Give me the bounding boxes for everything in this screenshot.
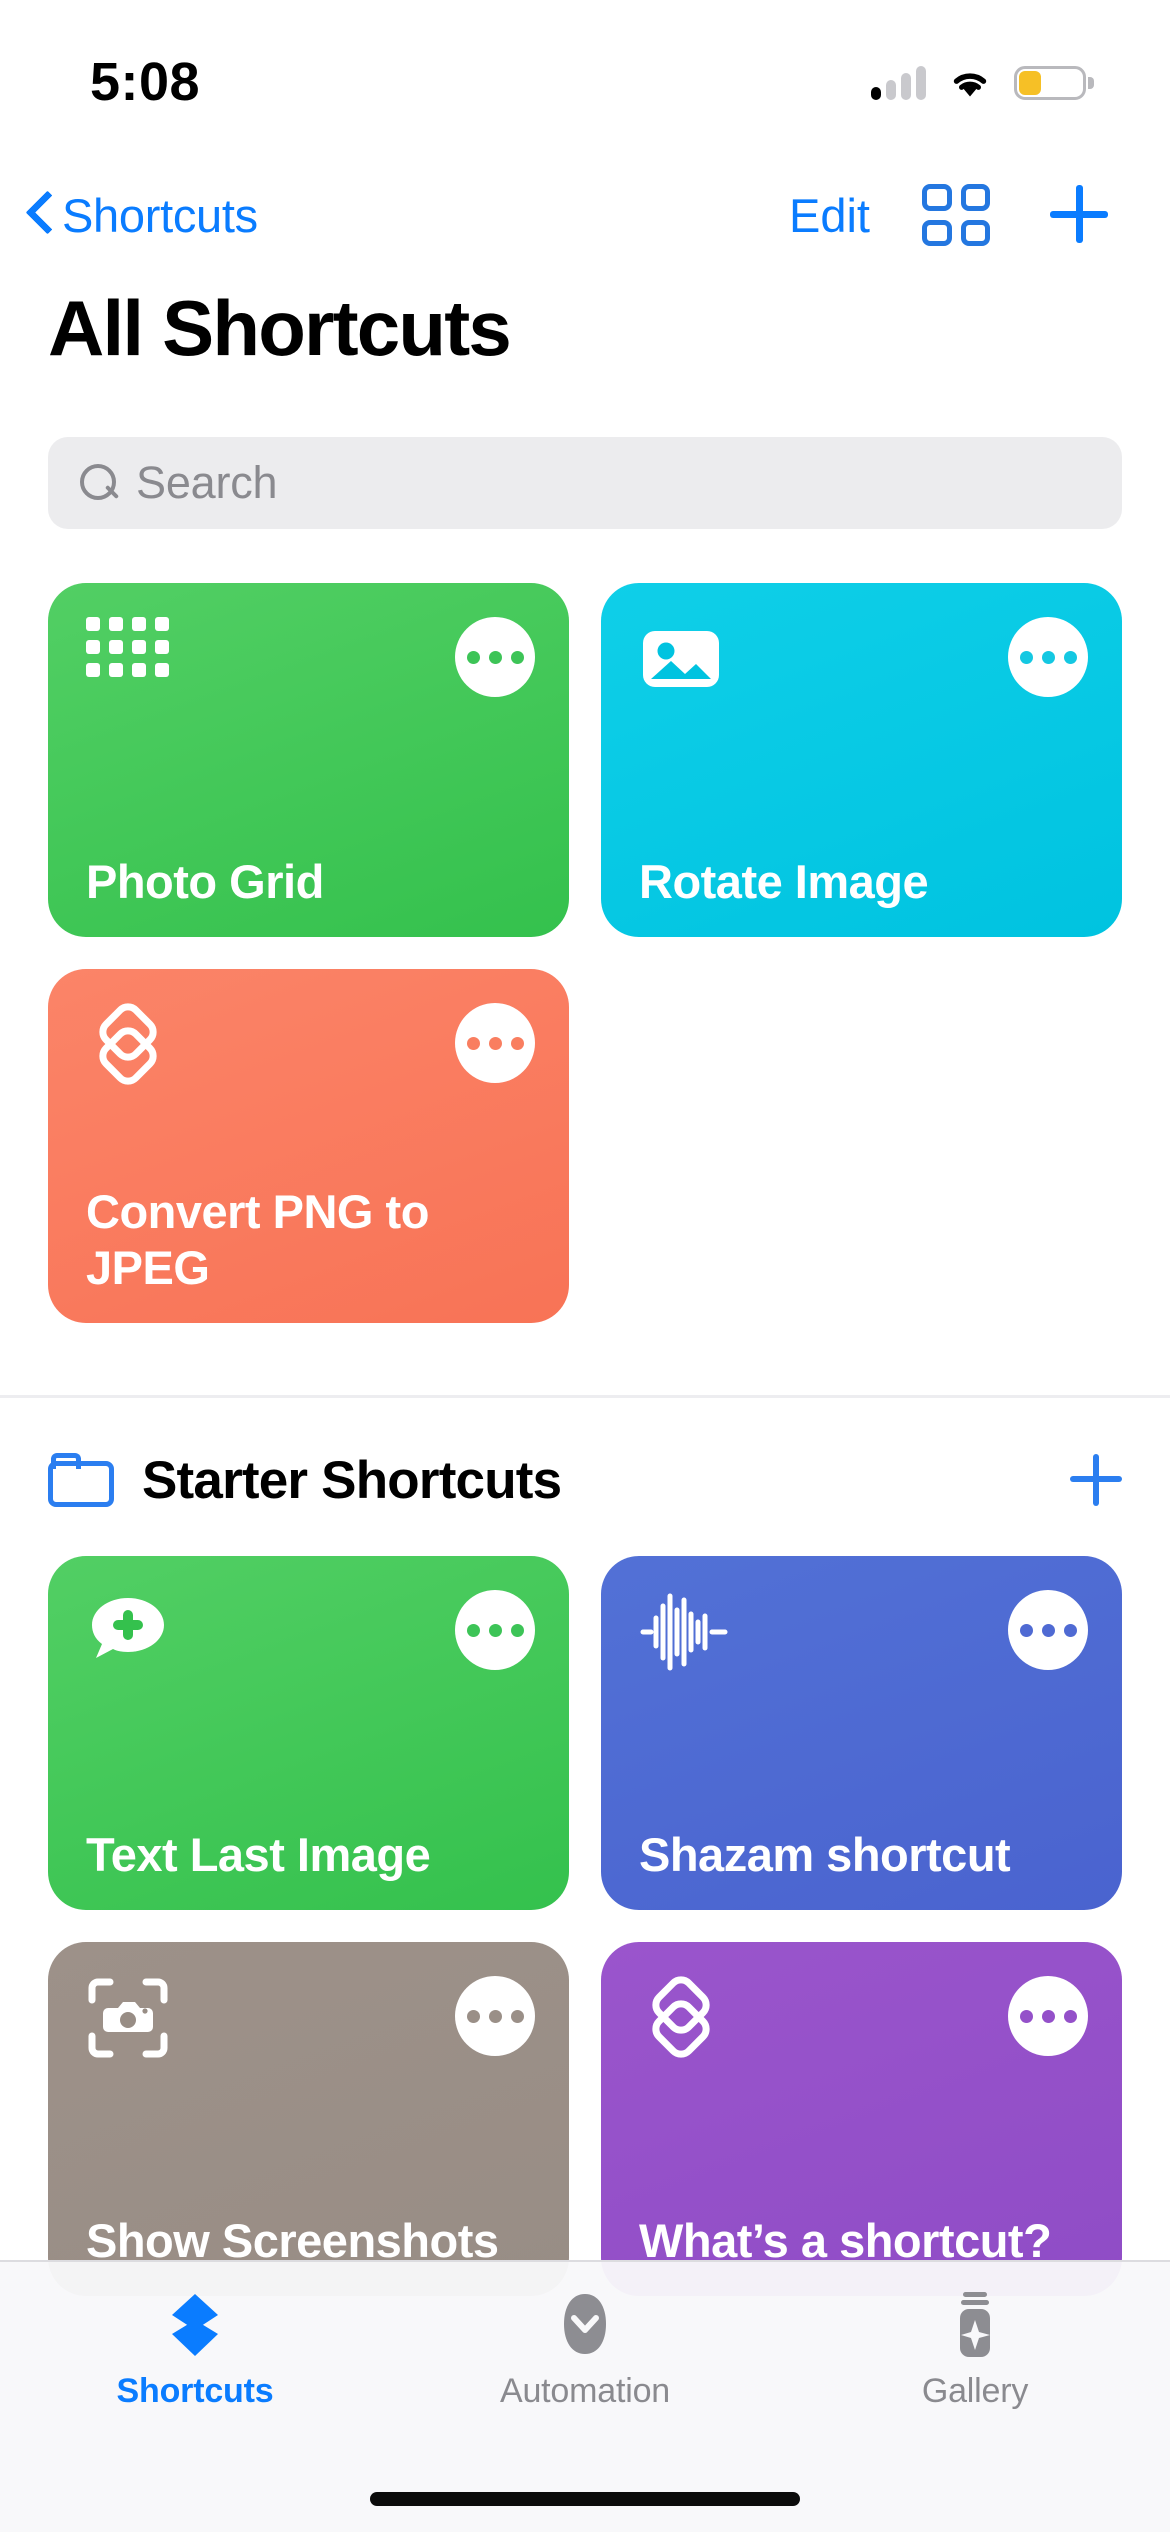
shortcut-card-title: Text Last Image [86, 1827, 431, 1881]
tab-shortcuts-label: Shortcuts [116, 2372, 274, 2410]
shortcuts-layers-icon [639, 1976, 723, 2060]
section-title: Starter Shortcuts [142, 1450, 562, 1510]
search-icon [80, 464, 118, 502]
tab-shortcuts[interactable]: Shortcuts [0, 2290, 390, 2411]
status-bar-time: 5:08 [90, 51, 201, 112]
more-ellipsis-icon[interactable] [1008, 1976, 1088, 2056]
more-ellipsis-icon[interactable] [455, 617, 535, 697]
message-plus-icon [86, 1590, 170, 1674]
battery-icon [1014, 65, 1094, 100]
shortcuts-layers-icon [156, 2290, 234, 2362]
tab-gallery[interactable]: Gallery [780, 2290, 1170, 2411]
navigation-bar: Shortcuts Edit [0, 160, 1170, 270]
search-placeholder: Search [136, 457, 278, 508]
tab-automation-label: Automation [500, 2372, 670, 2410]
back-button-label: Shortcuts [62, 188, 258, 242]
shortcut-card[interactable]: Rotate Image [601, 583, 1122, 937]
add-shortcut-button[interactable] [1050, 185, 1110, 245]
cellular-signal-icon [871, 65, 926, 100]
more-ellipsis-icon[interactable] [455, 1003, 535, 1083]
chevron-left-icon [26, 193, 52, 237]
starter-shortcuts-grid: Text Last Image Shazam shortcut Show Scr… [48, 1556, 1122, 2296]
add-starter-shortcut-button[interactable] [1070, 1454, 1122, 1506]
status-bar-indicators [871, 65, 1094, 100]
search-field[interactable]: Search [48, 437, 1122, 529]
waveform-icon [639, 1590, 728, 1674]
shortcut-card[interactable]: Shazam shortcut [601, 1556, 1122, 1910]
back-button[interactable]: Shortcuts [26, 188, 258, 243]
shortcut-card[interactable]: Convert PNG to JPEG [48, 969, 569, 1323]
more-ellipsis-icon[interactable] [455, 1590, 535, 1670]
shortcut-card[interactable]: Show Screenshots [48, 1942, 569, 2296]
tab-gallery-label: Gallery [921, 2372, 1029, 2410]
automation-check-icon [546, 2290, 624, 2362]
home-indicator [370, 2492, 800, 2506]
shortcut-card-title: Shazam shortcut [639, 1827, 1011, 1881]
shortcut-card[interactable]: What’s a shortcut? [601, 1942, 1122, 2296]
starter-shortcuts-header: Starter Shortcuts [48, 1435, 1122, 1525]
camera-viewfinder-icon [86, 1976, 170, 2060]
shortcut-card[interactable]: Text Last Image [48, 1556, 569, 1910]
dot-grid-icon [86, 617, 170, 701]
shortcuts-layers-icon [86, 1003, 170, 1087]
folder-icon [48, 1453, 114, 1507]
shortcut-card-title: Convert PNG to JPEG [86, 1185, 429, 1294]
edit-button[interactable]: Edit [789, 188, 870, 243]
status-bar: 5:08 [0, 0, 1170, 145]
photo-icon [639, 617, 723, 701]
shortcut-card-title: Rotate Image [639, 854, 929, 908]
page-title: All Shortcuts [48, 284, 512, 372]
wifi-icon [948, 66, 992, 100]
gallery-jar-icon [936, 2290, 1014, 2362]
more-ellipsis-icon[interactable] [455, 1976, 535, 2056]
grid-layout-icon[interactable] [922, 184, 990, 246]
more-ellipsis-icon[interactable] [1008, 1590, 1088, 1670]
tab-automation[interactable]: Automation [390, 2290, 780, 2411]
more-ellipsis-icon[interactable] [1008, 617, 1088, 697]
shortcut-card[interactable]: Photo Grid [48, 583, 569, 937]
all-shortcuts-grid: Photo Grid Rotate Image Convert PNG to J… [48, 583, 1122, 1323]
shortcut-card-title: Photo Grid [86, 854, 324, 908]
section-divider [0, 1395, 1170, 1398]
